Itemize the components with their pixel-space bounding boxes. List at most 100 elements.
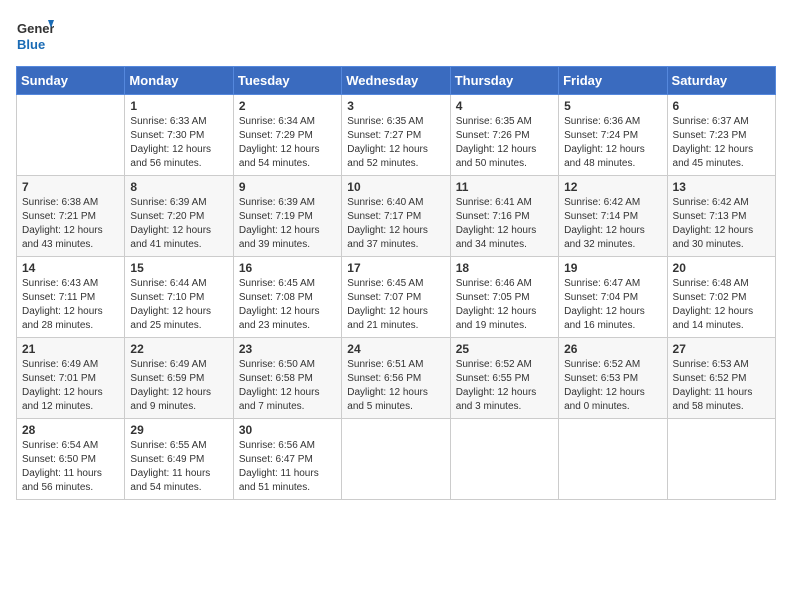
day-number: 1 bbox=[130, 99, 227, 113]
calendar-cell: 2 Sunrise: 6:34 AMSunset: 7:29 PMDaylight… bbox=[233, 95, 341, 176]
calendar-cell: 16 Sunrise: 6:45 AMSunset: 7:08 PMDayligh… bbox=[233, 257, 341, 338]
day-number: 22 bbox=[130, 342, 227, 356]
day-number: 2 bbox=[239, 99, 336, 113]
calendar-cell: 11 Sunrise: 6:41 AMSunset: 7:16 PMDayligh… bbox=[450, 176, 558, 257]
day-number: 28 bbox=[22, 423, 119, 437]
week-row-3: 14 Sunrise: 6:43 AMSunset: 7:11 PMDayligh… bbox=[17, 257, 776, 338]
day-info: Sunrise: 6:47 AMSunset: 7:04 PMDaylight:… bbox=[564, 277, 661, 333]
calendar-cell: 28 Sunrise: 6:54 AMSunset: 6:50 PMDayligh… bbox=[17, 419, 125, 500]
calendar-cell bbox=[559, 419, 667, 500]
calendar-cell: 30 Sunrise: 6:56 AMSunset: 6:47 PMDayligh… bbox=[233, 419, 341, 500]
calendar-cell: 18 Sunrise: 6:46 AMSunset: 7:05 PMDayligh… bbox=[450, 257, 558, 338]
day-info: Sunrise: 6:41 AMSunset: 7:16 PMDaylight:… bbox=[456, 196, 553, 252]
day-number: 27 bbox=[673, 342, 770, 356]
day-info: Sunrise: 6:44 AMSunset: 7:10 PMDaylight:… bbox=[130, 277, 227, 333]
calendar-cell: 23 Sunrise: 6:50 AMSunset: 6:58 PMDayligh… bbox=[233, 338, 341, 419]
day-info: Sunrise: 6:45 AMSunset: 7:08 PMDaylight:… bbox=[239, 277, 336, 333]
day-info: Sunrise: 6:35 AMSunset: 7:27 PMDaylight:… bbox=[347, 115, 444, 171]
week-row-2: 7 Sunrise: 6:38 AMSunset: 7:21 PMDaylight… bbox=[17, 176, 776, 257]
day-number: 10 bbox=[347, 180, 444, 194]
day-number: 18 bbox=[456, 261, 553, 275]
calendar-cell: 10 Sunrise: 6:40 AMSunset: 7:17 PMDayligh… bbox=[342, 176, 450, 257]
day-info: Sunrise: 6:45 AMSunset: 7:07 PMDaylight:… bbox=[347, 277, 444, 333]
day-number: 4 bbox=[456, 99, 553, 113]
calendar-cell: 26 Sunrise: 6:52 AMSunset: 6:53 PMDayligh… bbox=[559, 338, 667, 419]
calendar-cell: 24 Sunrise: 6:51 AMSunset: 6:56 PMDayligh… bbox=[342, 338, 450, 419]
day-info: Sunrise: 6:38 AMSunset: 7:21 PMDaylight:… bbox=[22, 196, 119, 252]
svg-text:General: General bbox=[17, 21, 54, 36]
day-info: Sunrise: 6:35 AMSunset: 7:26 PMDaylight:… bbox=[456, 115, 553, 171]
calendar-cell bbox=[450, 419, 558, 500]
weekday-header-wednesday: Wednesday bbox=[342, 67, 450, 95]
weekday-header-tuesday: Tuesday bbox=[233, 67, 341, 95]
day-info: Sunrise: 6:39 AMSunset: 7:19 PMDaylight:… bbox=[239, 196, 336, 252]
day-info: Sunrise: 6:52 AMSunset: 6:53 PMDaylight:… bbox=[564, 358, 661, 414]
calendar-cell bbox=[17, 95, 125, 176]
header: General Blue bbox=[16, 16, 776, 54]
logo-svg: General Blue bbox=[16, 16, 54, 54]
day-info: Sunrise: 6:50 AMSunset: 6:58 PMDaylight:… bbox=[239, 358, 336, 414]
day-number: 11 bbox=[456, 180, 553, 194]
svg-text:Blue: Blue bbox=[17, 37, 45, 52]
day-number: 19 bbox=[564, 261, 661, 275]
day-number: 15 bbox=[130, 261, 227, 275]
calendar-cell bbox=[667, 419, 775, 500]
day-number: 16 bbox=[239, 261, 336, 275]
day-number: 23 bbox=[239, 342, 336, 356]
day-info: Sunrise: 6:39 AMSunset: 7:20 PMDaylight:… bbox=[130, 196, 227, 252]
day-info: Sunrise: 6:34 AMSunset: 7:29 PMDaylight:… bbox=[239, 115, 336, 171]
day-number: 30 bbox=[239, 423, 336, 437]
calendar-cell: 15 Sunrise: 6:44 AMSunset: 7:10 PMDayligh… bbox=[125, 257, 233, 338]
day-number: 3 bbox=[347, 99, 444, 113]
weekday-header-friday: Friday bbox=[559, 67, 667, 95]
day-info: Sunrise: 6:40 AMSunset: 7:17 PMDaylight:… bbox=[347, 196, 444, 252]
calendar-cell: 7 Sunrise: 6:38 AMSunset: 7:21 PMDaylight… bbox=[17, 176, 125, 257]
calendar-cell: 17 Sunrise: 6:45 AMSunset: 7:07 PMDayligh… bbox=[342, 257, 450, 338]
calendar-cell: 27Sunrise: 6:53 AMSunset: 6:52 PMDayligh… bbox=[667, 338, 775, 419]
weekday-header-row: SundayMondayTuesdayWednesdayThursdayFrid… bbox=[17, 67, 776, 95]
day-number: 17 bbox=[347, 261, 444, 275]
day-number: 14 bbox=[22, 261, 119, 275]
calendar-cell: 25 Sunrise: 6:52 AMSunset: 6:55 PMDayligh… bbox=[450, 338, 558, 419]
calendar-cell: 9 Sunrise: 6:39 AMSunset: 7:19 PMDaylight… bbox=[233, 176, 341, 257]
calendar-cell: 13 Sunrise: 6:42 AMSunset: 7:13 PMDayligh… bbox=[667, 176, 775, 257]
calendar-cell: 8 Sunrise: 6:39 AMSunset: 7:20 PMDaylight… bbox=[125, 176, 233, 257]
weekday-header-thursday: Thursday bbox=[450, 67, 558, 95]
calendar-cell: 3 Sunrise: 6:35 AMSunset: 7:27 PMDaylight… bbox=[342, 95, 450, 176]
day-number: 8 bbox=[130, 180, 227, 194]
calendar-cell: 12Sunrise: 6:42 AMSunset: 7:14 PMDayligh… bbox=[559, 176, 667, 257]
calendar-cell: 6Sunrise: 6:37 AMSunset: 7:23 PMDaylight… bbox=[667, 95, 775, 176]
weekday-header-sunday: Sunday bbox=[17, 67, 125, 95]
day-number: 20 bbox=[673, 261, 770, 275]
day-number: 13 bbox=[673, 180, 770, 194]
weekday-header-monday: Monday bbox=[125, 67, 233, 95]
day-number: 21 bbox=[22, 342, 119, 356]
day-number: 6 bbox=[673, 99, 770, 113]
day-number: 7 bbox=[22, 180, 119, 194]
day-info: Sunrise: 6:43 AMSunset: 7:11 PMDaylight:… bbox=[22, 277, 119, 333]
calendar-cell: 21Sunrise: 6:49 AMSunset: 7:01 PMDayligh… bbox=[17, 338, 125, 419]
logo: General Blue bbox=[16, 16, 54, 54]
day-number: 29 bbox=[130, 423, 227, 437]
calendar-cell: 14 Sunrise: 6:43 AMSunset: 7:11 PMDayligh… bbox=[17, 257, 125, 338]
week-row-5: 28 Sunrise: 6:54 AMSunset: 6:50 PMDayligh… bbox=[17, 419, 776, 500]
day-number: 9 bbox=[239, 180, 336, 194]
day-info: Sunrise: 6:52 AMSunset: 6:55 PMDaylight:… bbox=[456, 358, 553, 414]
week-row-1: 1Sunrise: 6:33 AMSunset: 7:30 PMDaylight… bbox=[17, 95, 776, 176]
day-number: 5 bbox=[564, 99, 661, 113]
week-row-4: 21Sunrise: 6:49 AMSunset: 7:01 PMDayligh… bbox=[17, 338, 776, 419]
day-info: Sunrise: 6:46 AMSunset: 7:05 PMDaylight:… bbox=[456, 277, 553, 333]
day-info: Sunrise: 6:56 AMSunset: 6:47 PMDaylight:… bbox=[239, 439, 336, 495]
day-info: Sunrise: 6:42 AMSunset: 7:14 PMDaylight:… bbox=[564, 196, 661, 252]
calendar-cell: 22Sunrise: 6:49 AMSunset: 6:59 PMDayligh… bbox=[125, 338, 233, 419]
day-number: 25 bbox=[456, 342, 553, 356]
day-info: Sunrise: 6:42 AMSunset: 7:13 PMDaylight:… bbox=[673, 196, 770, 252]
day-number: 24 bbox=[347, 342, 444, 356]
calendar-cell: 5 Sunrise: 6:36 AMSunset: 7:24 PMDaylight… bbox=[559, 95, 667, 176]
day-info: Sunrise: 6:36 AMSunset: 7:24 PMDaylight:… bbox=[564, 115, 661, 171]
calendar-cell: 4 Sunrise: 6:35 AMSunset: 7:26 PMDaylight… bbox=[450, 95, 558, 176]
day-number: 26 bbox=[564, 342, 661, 356]
calendar-cell: 29Sunrise: 6:55 AMSunset: 6:49 PMDayligh… bbox=[125, 419, 233, 500]
day-info: Sunrise: 6:54 AMSunset: 6:50 PMDaylight:… bbox=[22, 439, 119, 495]
day-info: Sunrise: 6:51 AMSunset: 6:56 PMDaylight:… bbox=[347, 358, 444, 414]
